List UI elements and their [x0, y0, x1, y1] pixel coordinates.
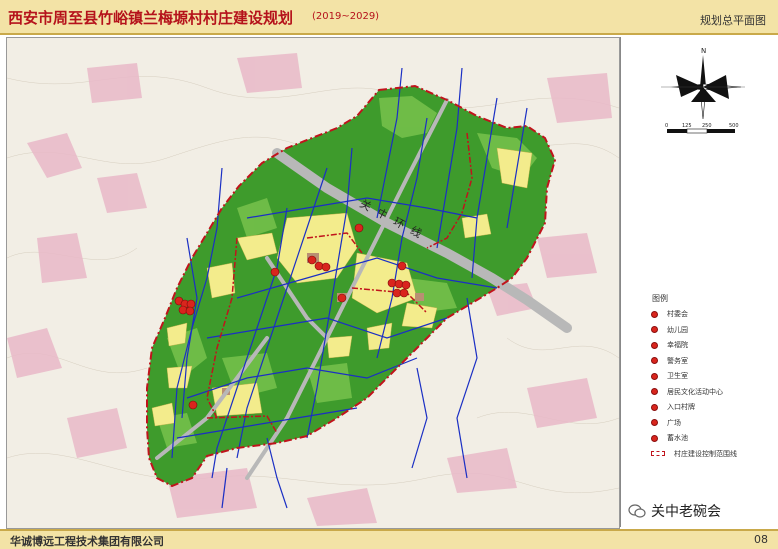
map-svg: 关中环线 [7, 38, 619, 528]
facility-marker [387, 278, 397, 288]
legend-item: 卫生室 [651, 371, 688, 381]
wechat-icon [628, 504, 646, 518]
facility-marker [394, 279, 404, 289]
legend-label: 居民文化活动中心 [667, 387, 723, 396]
boundary-line-icon [651, 451, 665, 456]
facility-marker [314, 261, 324, 271]
plan-years: (2019~2029) [312, 11, 380, 22]
scale-bar: 0 125 250 500 [665, 123, 739, 134]
marker-dot-icon [651, 326, 658, 333]
facility-marker [401, 280, 411, 290]
marker-dot-icon [651, 310, 658, 318]
facility-marker [399, 288, 409, 298]
legend-item: 广场 [651, 418, 681, 428]
facility-marker [178, 305, 188, 315]
plan-title: 西安市周至县竹峪镇兰梅塬村村庄建设规划 [8, 9, 294, 27]
legend-item: 村庄建设控制范围线 [651, 449, 737, 459]
marker-dot-icon [651, 341, 658, 349]
legend-item: 幸福院 [651, 340, 688, 350]
marker-dot-icon [651, 388, 658, 395]
title-bar: 西安市周至县竹峪镇兰梅塬村村庄建设规划 (2019~2029) 规划总平面图 [0, 0, 778, 35]
footer-bar: 华诚博远工程技术集团有限公司 08 [0, 529, 778, 549]
watermark-text: 关中老碗会 [651, 504, 721, 520]
watermark: 关中老碗会 [628, 501, 721, 521]
facility-marker [321, 262, 331, 272]
legend-label: 村委会 [667, 310, 688, 318]
legend-label: 幼儿园 [667, 325, 688, 334]
north-arrow-icon: N 0 125 250 500 [661, 47, 745, 134]
legend-title: 图例 [652, 294, 668, 303]
map-area: 关中环线 [6, 37, 620, 529]
scale-label: 250 [702, 123, 712, 129]
marker-dot-icon [651, 372, 658, 380]
scale-label: 125 [682, 123, 692, 129]
scale-label: 500 [729, 123, 739, 129]
legend-label: 幸福院 [667, 341, 688, 349]
marker-dot-icon [651, 434, 658, 442]
legend-panel: N 0 125 250 500 图例 村委会幼儿园幸福院警务室卫生室居民文化活动… [620, 37, 777, 527]
facility-marker [185, 306, 195, 316]
legend-item: 幼儿园 [651, 325, 688, 335]
facility-marker [337, 293, 347, 303]
facility-marker [188, 400, 198, 410]
marker-dot-icon [651, 403, 658, 411]
legend-item: 蓄水池 [651, 433, 688, 443]
legend-item: 警务室 [651, 356, 688, 366]
facility-marker [307, 255, 317, 265]
legend-label: 警务室 [667, 356, 688, 365]
legend-label: 广场 [667, 418, 681, 427]
facility-marker [270, 267, 280, 277]
facility-marker [397, 261, 407, 271]
marker-dot-icon [651, 357, 658, 364]
legend-label: 卫生室 [667, 372, 688, 380]
legend-item: 村委会 [651, 309, 688, 319]
legend-item: 入口村牌 [651, 402, 695, 412]
page-number: 08 [754, 533, 768, 546]
legend-item: 居民文化活动中心 [651, 387, 723, 397]
sheet-title: 规划总平面图 [700, 14, 766, 27]
legend-label: 蓄水池 [667, 434, 688, 442]
scale-label: 0 [665, 123, 668, 129]
marker-dot-icon [651, 419, 658, 426]
facility-marker [354, 223, 364, 233]
legend-label: 村庄建设控制范围线 [674, 449, 737, 458]
north-label: N [701, 47, 706, 55]
facility-marker [186, 299, 196, 309]
legend-label: 入口村牌 [667, 403, 695, 411]
